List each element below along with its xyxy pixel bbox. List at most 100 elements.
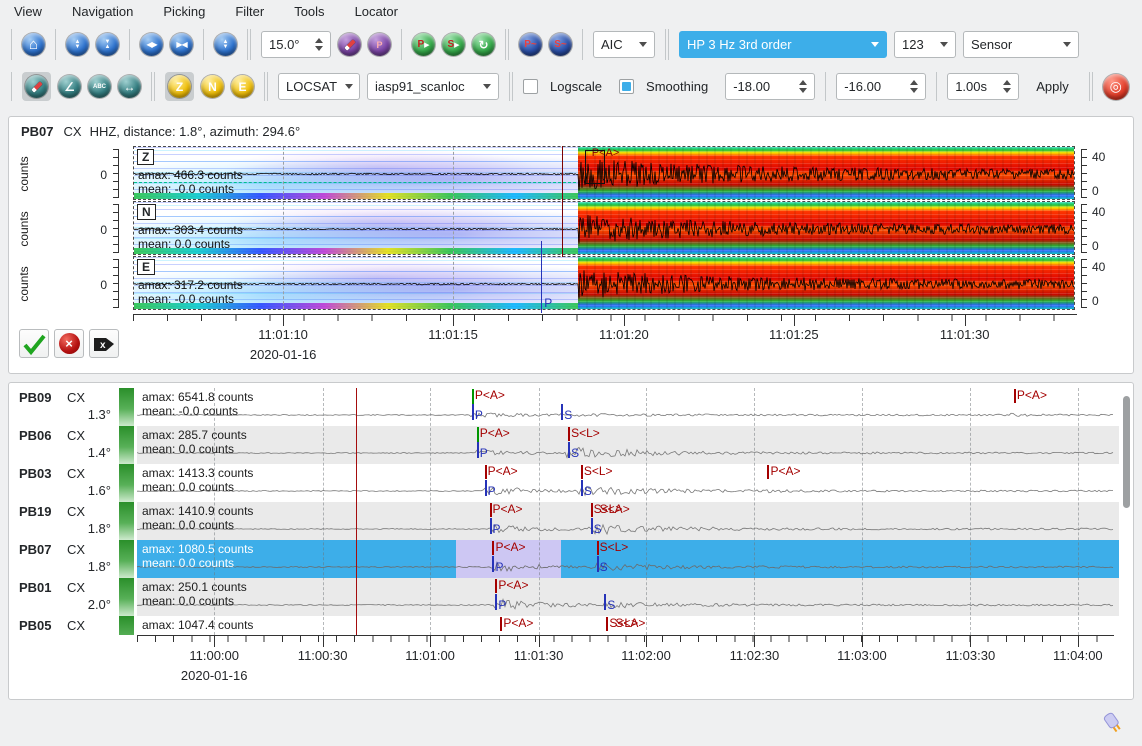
freq-axis-right: 400 — [1075, 146, 1133, 201]
pick-tick-bottom[interactable] — [568, 442, 570, 458]
component-n-button[interactable]: N — [201, 75, 224, 98]
pick-tick-bottom[interactable] — [485, 480, 487, 496]
confirm-button[interactable] — [19, 329, 49, 358]
pick-tick-bottom[interactable] — [490, 518, 492, 534]
profile-combo[interactable]: iasp91_scanloc — [367, 73, 499, 100]
zoom-horizontal-in-button[interactable]: ▶◀ — [170, 33, 193, 56]
pick-tick-top[interactable] — [591, 503, 593, 517]
pick-tick-top[interactable] — [568, 427, 570, 441]
pick-tick-top[interactable] — [485, 465, 487, 479]
pick-tick-top[interactable] — [606, 617, 608, 631]
relocate-button[interactable]: ↻ — [472, 33, 495, 56]
spin-arrows[interactable] — [315, 38, 323, 51]
station-trace[interactable]: P<A>PS<L>S<A>Samax: 1410.9 countsmean: 0… — [137, 502, 1119, 540]
filter-combo[interactable]: HP 3 Hz 3rd order — [679, 31, 887, 58]
zoom-vertical-out-button[interactable]: ▲▼ — [66, 33, 89, 56]
menu-tools[interactable]: Tools — [294, 4, 324, 19]
locator-combo[interactable]: LOCSAT — [278, 73, 360, 100]
pick-tool-button[interactable] — [338, 33, 361, 56]
pick-label-top: P<A> — [480, 426, 510, 440]
pick-tick-bottom[interactable] — [591, 518, 593, 534]
pick-tick-bottom[interactable] — [477, 442, 479, 458]
station-row-pb06[interactable]: PB06CX1.4°P<A>PS<L>Samax: 285.7 countsme… — [9, 426, 1133, 464]
polarity-tool-button[interactable]: ∠ — [58, 75, 81, 98]
pick-tick-top[interactable] — [500, 617, 502, 631]
pick-tick-bottom[interactable] — [472, 404, 474, 420]
s-theoretical-button[interactable]: S~ — [549, 33, 572, 56]
spin-arrows[interactable] — [799, 80, 807, 93]
pick-tick-bottom[interactable] — [597, 556, 599, 572]
locate-button[interactable]: ◎ — [1103, 74, 1129, 100]
station-trace[interactable]: P<A>PS<L>Samax: 285.7 countsmean: 0.0 co… — [137, 426, 1119, 464]
station-trace[interactable]: P<A>PS<L>SP<A>amax: 1413.3 countsmean: 0… — [137, 464, 1119, 502]
pick-tick-top[interactable] — [581, 465, 583, 479]
max-amp-spinbox[interactable]: -16.00 — [836, 73, 926, 100]
label-tool-button[interactable]: ABC — [88, 75, 111, 98]
min-amp-spinbox[interactable]: -18.00 — [725, 73, 815, 100]
trace-z[interactable]: Zamax: 466.3 countsmean: -0.0 countsP<A> — [133, 146, 1075, 200]
spin-arrows[interactable] — [910, 80, 918, 93]
station-row-pb19[interactable]: PB19CX1.8°P<A>PS<L>S<A>Samax: 1410.9 cou… — [9, 502, 1133, 540]
station-row-pb01[interactable]: PB01CX2.0°P<A>PSamax: 250.1 countsmean: … — [9, 578, 1133, 616]
component-z-pressed[interactable]: Z — [165, 72, 194, 101]
timespan-spinbox[interactable]: 1.00s — [947, 73, 1019, 100]
zoom-vertical-in-button[interactable]: ▼▲ — [96, 33, 119, 56]
quality-bar — [119, 426, 134, 464]
pick-tick-top[interactable] — [1014, 389, 1016, 403]
logscale-checkbox[interactable] — [523, 79, 538, 94]
menu-picking[interactable]: Picking — [163, 4, 205, 19]
pick-tick-bottom[interactable] — [492, 556, 494, 572]
p-pick-line[interactable] — [541, 241, 542, 313]
menu-view[interactable]: View — [14, 4, 42, 19]
picker-combo[interactable]: AIC — [593, 31, 655, 58]
angle-spinbox[interactable]: 15.0° — [261, 31, 331, 58]
pick-tick-top[interactable] — [490, 503, 492, 517]
pick-tick-bottom[interactable] — [561, 404, 563, 420]
spin-arrows[interactable] — [1003, 80, 1011, 93]
station-trace[interactable]: P<A>PSamax: 250.1 countsmean: 0.0 counts — [137, 578, 1119, 616]
apply-button[interactable]: Apply — [1026, 75, 1079, 98]
station-row-pb07[interactable]: PB07CX1.8°P<A>PS<L>Samax: 1080.5 countsm… — [9, 540, 1133, 578]
pick-tick-top[interactable] — [495, 579, 497, 593]
menu-filter[interactable]: Filter — [235, 4, 264, 19]
menu-locator[interactable]: Locator — [355, 4, 398, 19]
pick-tick-bottom[interactable] — [604, 594, 606, 610]
reject-button[interactable]: × — [54, 329, 84, 358]
unit-combo[interactable]: Sensor — [963, 31, 1079, 58]
station-trace[interactable]: P<A>PS<L>Samax: 1080.5 countsmean: 0.0 c… — [137, 540, 1119, 578]
pick-line-red[interactable] — [562, 146, 563, 257]
trace-e[interactable]: Eamax: 317.2 countsmean: -0.0 counts — [133, 256, 1075, 310]
axis-major-tick — [754, 636, 755, 647]
y-zero-label: 0 — [100, 278, 107, 292]
pick-tick-bottom[interactable] — [581, 480, 583, 496]
station-row-pb03[interactable]: PB03CX1.6°P<A>PS<L>SP<A>amax: 1413.3 cou… — [9, 464, 1133, 502]
station-trace[interactable]: P<A>PSP<A>amax: 6541.8 countsmean: -0.0 … — [137, 388, 1119, 426]
annotate-button-pressed[interactable] — [22, 72, 51, 101]
pick-tick-bottom[interactable] — [495, 594, 497, 610]
station-row-pb05[interactable]: PB05CXP<A>S<L>S<A>amax: 1047.4 counts — [9, 616, 1133, 635]
pick-flag-button[interactable]: P — [368, 33, 391, 56]
separator — [936, 72, 937, 101]
pick-tick-top[interactable] — [767, 465, 769, 479]
default-zoom-button[interactable]: ▲▼ — [214, 33, 237, 56]
angle-value: 15.0° — [269, 37, 300, 52]
rotation-combo[interactable]: 123 — [894, 31, 956, 58]
station-trace[interactable]: P<A>S<L>S<A>amax: 1047.4 counts — [137, 616, 1119, 635]
station-row-pb09[interactable]: PB09CX1.3°P<A>PSP<A>amax: 6541.8 countsm… — [9, 388, 1133, 426]
smoothing-checkbox[interactable] — [619, 79, 634, 94]
vertical-scrollbar[interactable] — [1123, 396, 1130, 508]
zoom-horizontal-out-button[interactable]: ◀▶ — [140, 33, 163, 56]
measure-tool-button[interactable]: ↔ — [118, 75, 141, 98]
menu-navigation[interactable]: Navigation — [72, 4, 133, 19]
pick-tick-top[interactable] — [597, 541, 599, 555]
goto-next-s-button[interactable]: S▶ — [442, 33, 465, 56]
trace-n[interactable]: Namax: 303.4 countsmean: 0.0 counts — [133, 201, 1075, 255]
pick-label-top: P<A> — [503, 616, 533, 630]
p-theoretical-button[interactable]: P~ — [519, 33, 542, 56]
separator — [665, 29, 666, 60]
component-e-button[interactable]: E — [231, 75, 254, 98]
home-button[interactable]: ⌂ — [22, 33, 45, 56]
apply-picks-button[interactable]: x — [89, 329, 119, 358]
goto-next-p-button[interactable]: P▶ — [412, 33, 435, 56]
pick-tick-top[interactable] — [492, 541, 494, 555]
